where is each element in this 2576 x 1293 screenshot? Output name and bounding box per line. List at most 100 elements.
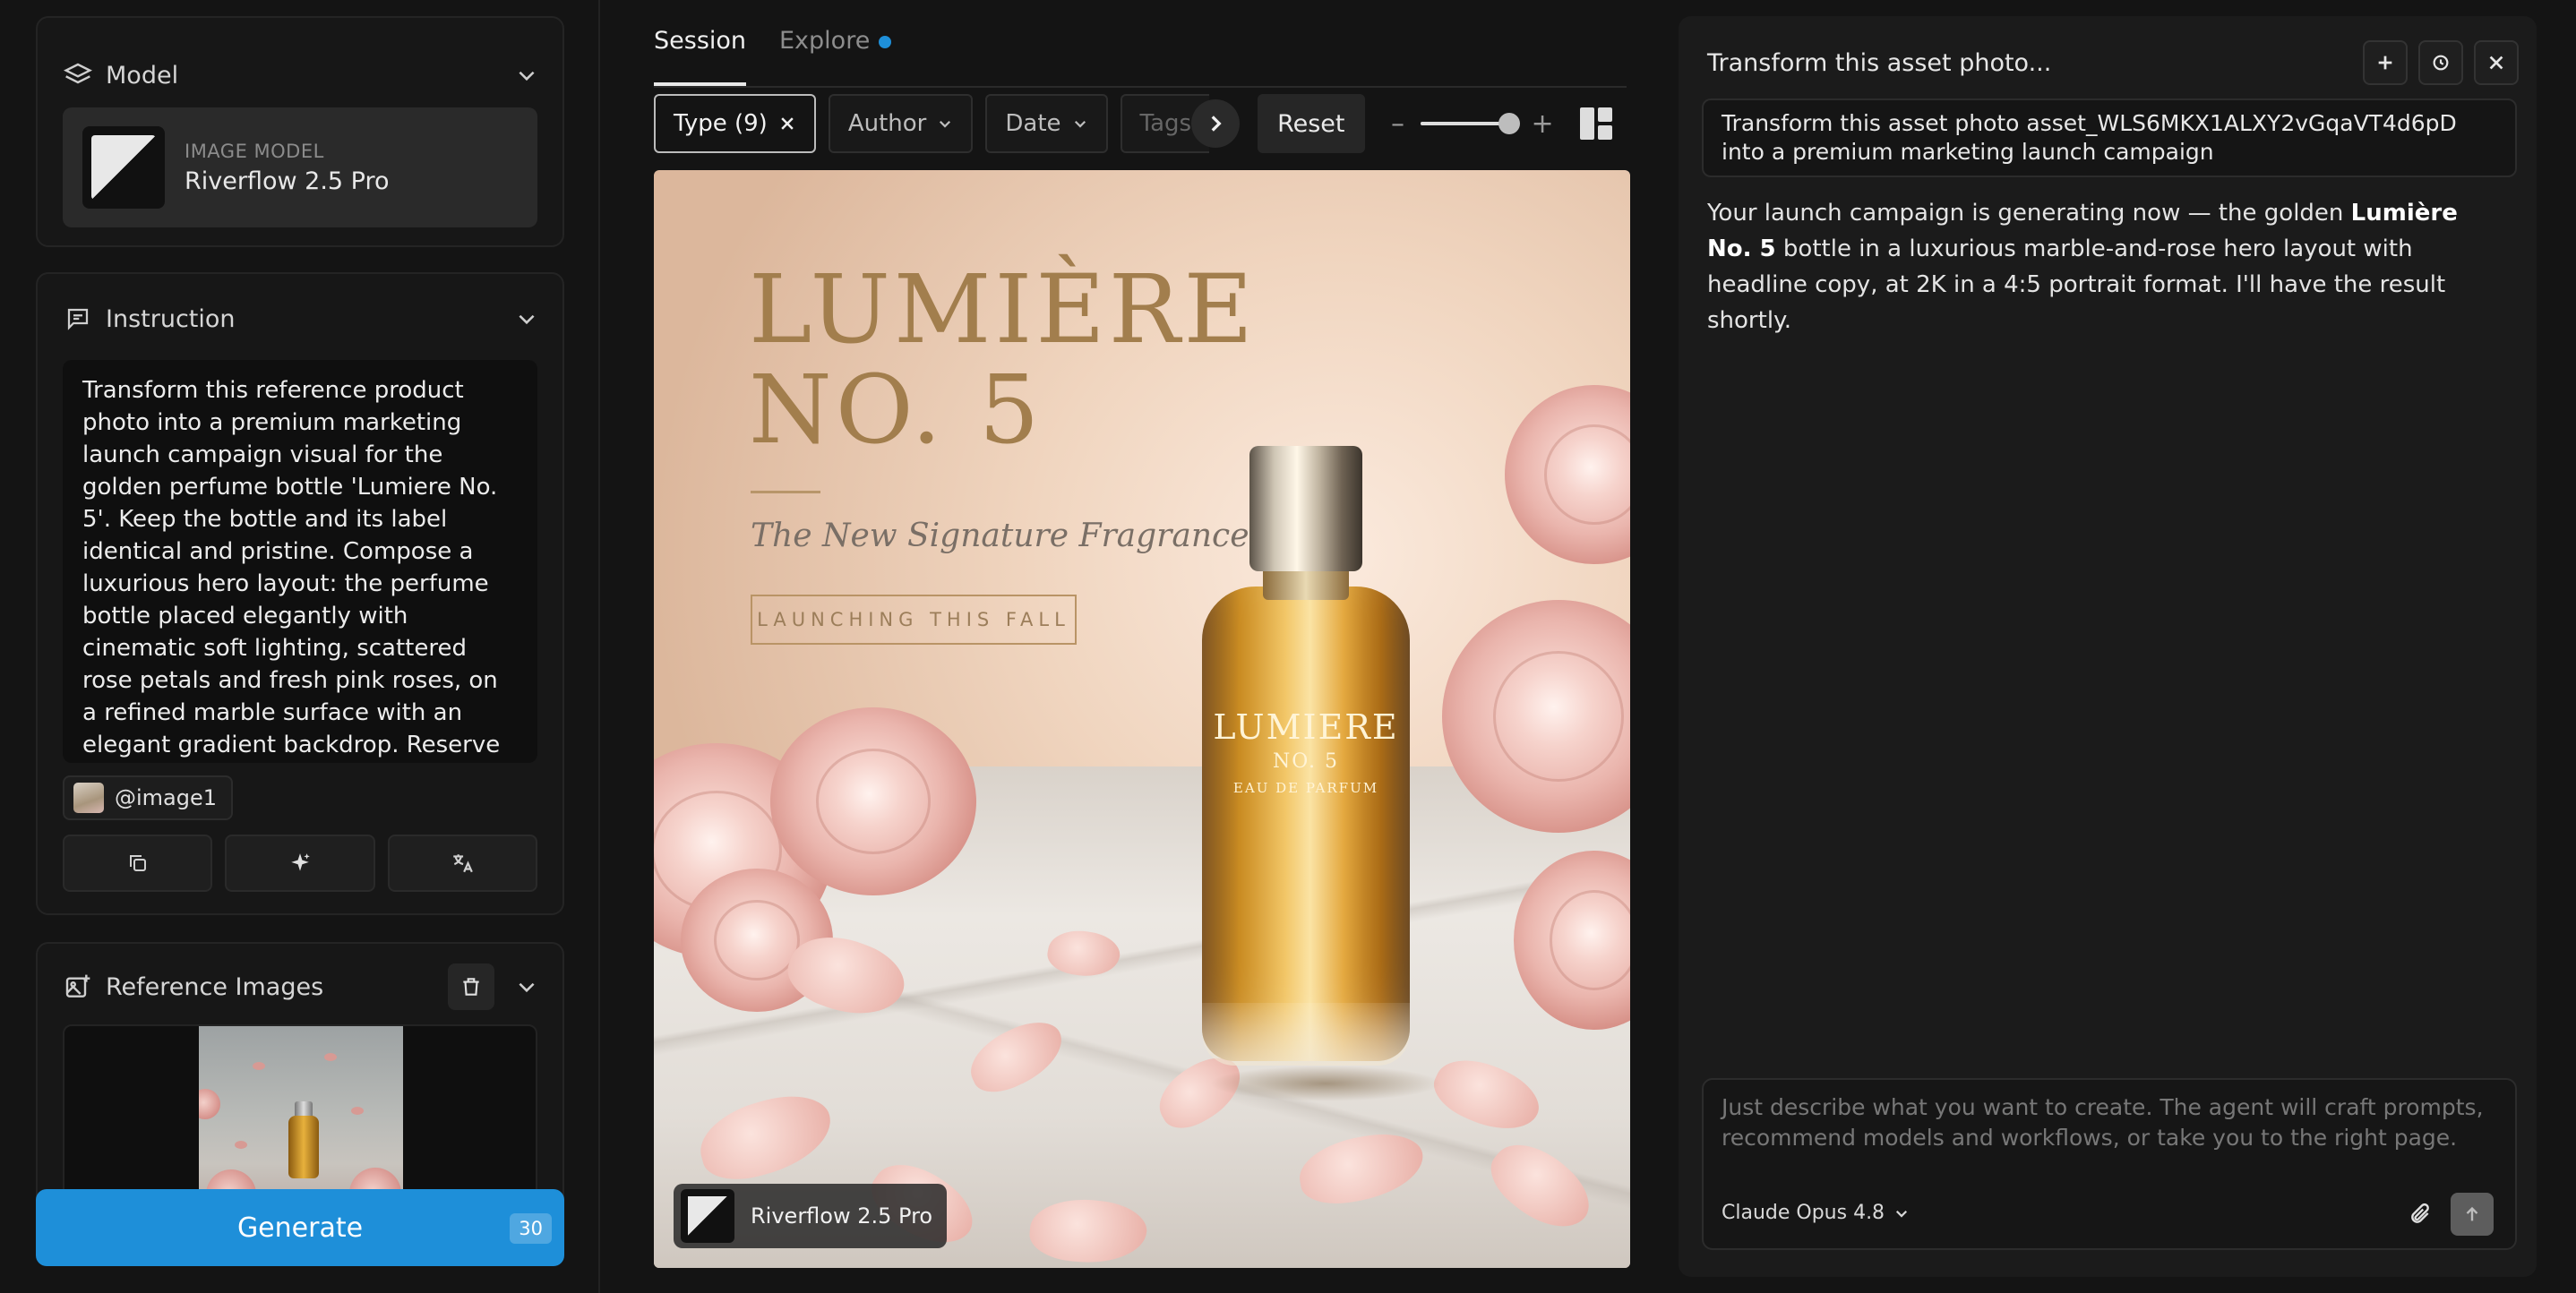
- left-panel: Model IMAGE MODEL Riverflow 2.5 Pro Inst…: [0, 0, 600, 1293]
- poster-divider: [751, 491, 820, 493]
- send-button[interactable]: [2451, 1193, 2494, 1236]
- chip-label: @image1: [115, 785, 218, 810]
- tab-session[interactable]: Session: [654, 27, 747, 86]
- layers-icon: [63, 60, 93, 90]
- enhance-button[interactable]: [225, 835, 375, 892]
- copy-button[interactable]: [63, 835, 213, 892]
- image-plus-icon: [63, 972, 93, 1002]
- message-icon: [63, 304, 93, 334]
- layout-grid-icon[interactable]: [1579, 107, 1612, 140]
- agent-reply-text: Your launch campaign is generating now —…: [1707, 200, 2351, 227]
- tab-explore-label: Explore: [779, 27, 871, 55]
- bottle-label: LUMIERE NO. 5 EAU DE PARFUM: [1202, 707, 1410, 796]
- tab-explore[interactable]: Explore: [779, 27, 892, 86]
- filter-author-label: Author: [847, 110, 927, 137]
- bottle-shadow: [1209, 1066, 1442, 1101]
- zoom-slider-fill: [1420, 122, 1509, 125]
- translate-icon: [453, 854, 474, 873]
- chat-title: Transform this asset photo...: [1707, 48, 2052, 77]
- zoom-slider[interactable]: [1420, 113, 1520, 134]
- chevron-right-icon: [1211, 116, 1222, 132]
- instruction-card: Instruction Transform this reference pro…: [36, 272, 564, 915]
- composer-placeholder[interactable]: Just describe what you want to create. T…: [1722, 1092, 2492, 1153]
- poster-headline-line1: LUMIÈRE: [749, 254, 1257, 364]
- filter-type[interactable]: Type (9): [654, 94, 816, 153]
- generated-image[interactable]: LUMIÈRE NO. 5 The New Signature Fragranc…: [654, 170, 1630, 1268]
- image-thumbnail: [73, 783, 104, 813]
- model-selector[interactable]: IMAGE MODEL Riverflow 2.5 Pro: [63, 107, 537, 227]
- notification-dot: [879, 35, 892, 48]
- agent-model-name: Claude Opus 4.8: [1722, 1202, 1885, 1224]
- model-card: Model IMAGE MODEL Riverflow 2.5 Pro: [36, 16, 564, 247]
- history-button[interactable]: [2418, 40, 2463, 85]
- paperclip-icon: [2411, 1203, 2429, 1223]
- scroll-filters-right-button[interactable]: [1191, 99, 1241, 148]
- instruction-text: Transform this reference product photo i…: [82, 377, 501, 758]
- instruction-textarea[interactable]: Transform this reference product photo i…: [63, 360, 537, 763]
- trash-icon[interactable]: [448, 963, 494, 1010]
- filter-date[interactable]: Date: [985, 94, 1108, 153]
- image-model-tag[interactable]: Riverflow 2.5 Pro: [674, 1184, 948, 1248]
- image-model-name: Riverflow 2.5 Pro: [751, 1203, 933, 1229]
- model-card-header[interactable]: Model: [63, 43, 545, 107]
- close-icon: [2489, 56, 2503, 70]
- bottle-label-type: EAU DE PARFUM: [1232, 780, 1379, 796]
- model-thumbnail: [681, 1189, 734, 1243]
- chat-composer[interactable]: Just describe what you want to create. T…: [1702, 1078, 2517, 1250]
- history-icon: [2433, 55, 2449, 71]
- generate-button[interactable]: Generate 30: [36, 1189, 564, 1266]
- chat-header: Transform this asset photo...: [1707, 34, 2519, 91]
- perfume-bottle: [1202, 587, 1410, 1061]
- zoom-out-icon[interactable]: –: [1388, 108, 1408, 140]
- agent-reply: Your launch campaign is generating now —…: [1707, 195, 2504, 338]
- agent-chat-panel: Transform this asset photo... Transform …: [1679, 16, 2537, 1277]
- poster-headline-line2: NO. 5: [749, 355, 1043, 465]
- zoom-control: – +: [1388, 108, 1554, 140]
- agent-model-select[interactable]: Claude Opus 4.8: [1722, 1202, 1910, 1224]
- new-chat-button[interactable]: [2363, 40, 2408, 85]
- plus-icon: [2378, 56, 2392, 70]
- reset-button[interactable]: Reset: [1258, 94, 1365, 153]
- generate-label: Generate: [236, 1212, 364, 1244]
- credit-count-badge: 30: [510, 1213, 552, 1244]
- model-thumbnail: [82, 126, 165, 209]
- poster-launch-badge: LAUNCHING THIS FALL: [751, 595, 1077, 645]
- image-reference-chip[interactable]: @image1: [63, 775, 234, 820]
- reference-card-title: Reference Images: [106, 972, 324, 1001]
- filter-author[interactable]: Author: [828, 94, 974, 153]
- model-type-label: IMAGE MODEL: [185, 140, 324, 162]
- chevron-down-icon[interactable]: [509, 57, 545, 93]
- zoom-in-icon[interactable]: +: [1532, 108, 1554, 140]
- sparkle-icon: [291, 853, 310, 871]
- view-tabs: Session Explore: [654, 0, 1627, 88]
- bottle-label-brand: LUMIERE: [1213, 707, 1399, 747]
- chevron-down-icon[interactable]: [509, 969, 545, 1005]
- model-card-title: Model: [106, 61, 179, 90]
- agent-reply-text-end: bottle in a luxurious marble-and-rose he…: [1707, 235, 2446, 334]
- reference-card-header[interactable]: Reference Images: [63, 955, 545, 1019]
- attach-button[interactable]: [2402, 1196, 2438, 1232]
- user-message: Transform this asset photo asset_WLS6MKX…: [1702, 98, 2517, 177]
- translate-button[interactable]: [387, 835, 537, 892]
- chevron-down-icon: [1896, 1210, 1908, 1218]
- chevron-down-icon: [1074, 120, 1086, 128]
- chevron-down-icon[interactable]: [509, 301, 545, 337]
- filter-date-label: Date: [1005, 110, 1061, 137]
- poster-subtitle: The New Signature Fragrance: [751, 518, 1249, 554]
- filter-type-label: Type (9): [674, 110, 768, 137]
- zoom-slider-knob[interactable]: [1498, 113, 1520, 134]
- instruction-card-title: Instruction: [106, 304, 236, 333]
- poster-headline: LUMIÈRE NO. 5: [749, 260, 1257, 460]
- copy-icon: [129, 855, 146, 871]
- bottle-base: [1202, 1003, 1410, 1066]
- close-icon: [781, 117, 794, 130]
- filter-tags-label: Tags: [1139, 110, 1192, 137]
- model-name: Riverflow 2.5 Pro: [185, 167, 390, 195]
- chevron-down-icon: [940, 120, 951, 128]
- instruction-card-header[interactable]: Instruction: [63, 287, 545, 351]
- filter-bar: Type (9) Author Date Tags Reset – +: [654, 93, 1630, 154]
- bottle-cap: [1249, 446, 1362, 571]
- main-canvas: Session Explore Type (9) Author Date Tag…: [602, 0, 1677, 1293]
- close-panel-button[interactable]: [2474, 40, 2519, 85]
- instruction-tools: [63, 835, 537, 892]
